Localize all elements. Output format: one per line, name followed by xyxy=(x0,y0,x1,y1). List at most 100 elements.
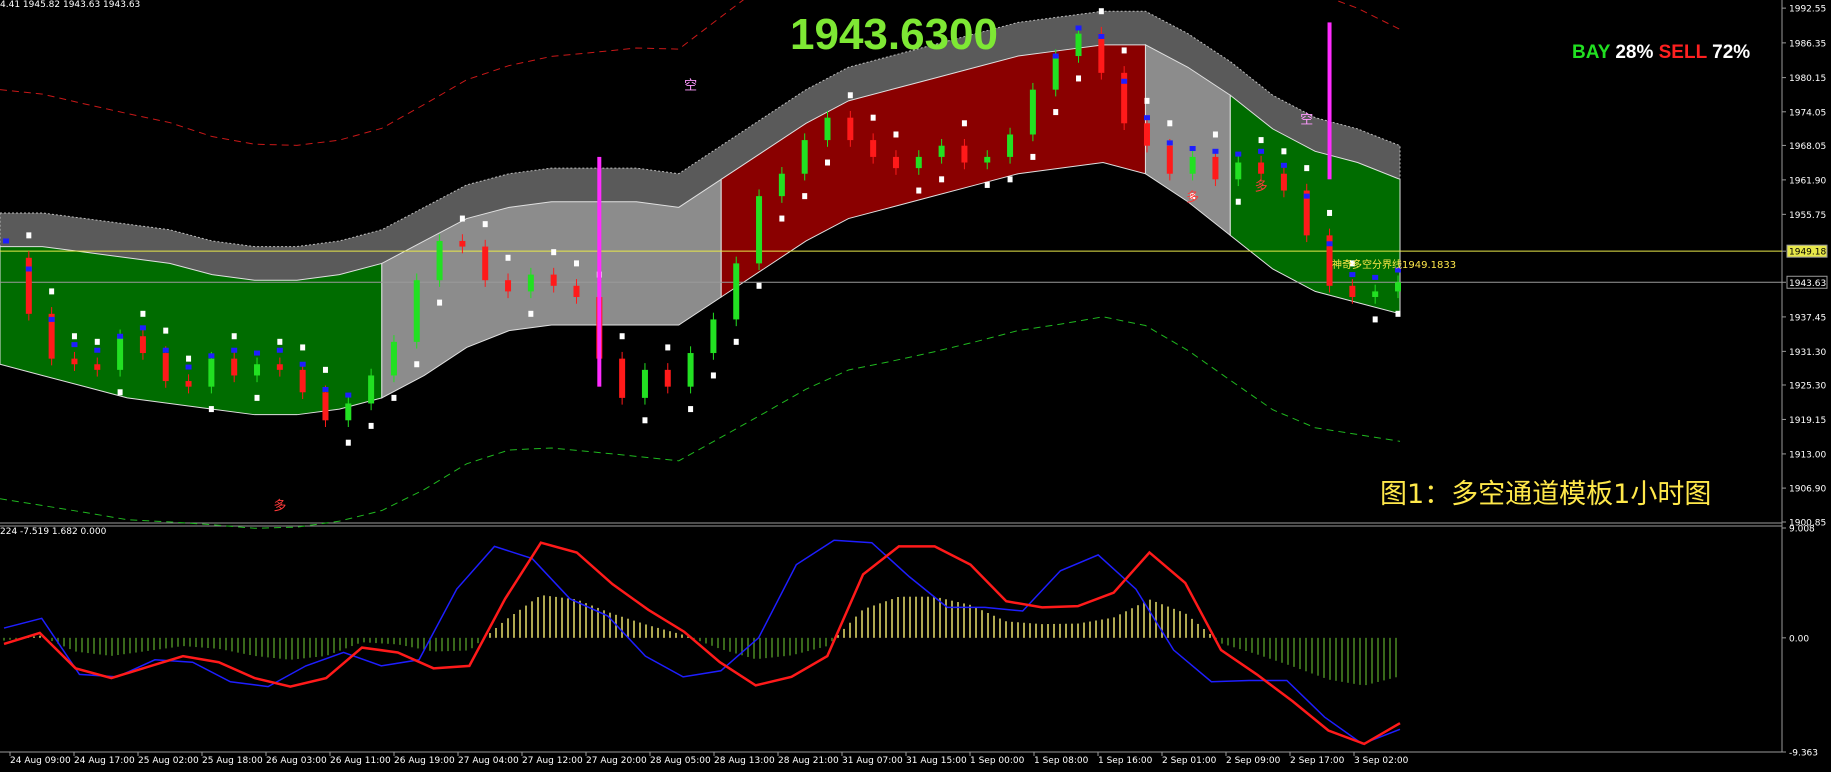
trend-marker xyxy=(756,282,762,289)
candle-body xyxy=(94,364,101,370)
oscillator-readout: 224 -7.519 1.682 0.000 xyxy=(0,527,107,537)
x-tick-label: 25 Aug 02:00 xyxy=(138,756,199,766)
blue-trend-dot xyxy=(117,333,124,339)
trend-marker xyxy=(140,310,146,317)
trend-marker xyxy=(1212,131,1218,138)
candle-body xyxy=(710,319,717,354)
blue-trend-dot xyxy=(185,364,192,370)
x-tick-label: 2 Sep 17:00 xyxy=(1290,756,1345,766)
trend-marker xyxy=(1144,97,1150,104)
x-tick-label: 26 Aug 19:00 xyxy=(394,756,455,766)
blue-trend-dot xyxy=(1052,53,1059,59)
y-tick-label: 1974.05 xyxy=(1789,108,1826,118)
candle-body xyxy=(505,280,512,292)
y-tick-label: 1961.90 xyxy=(1789,176,1826,186)
blue-trend-dot xyxy=(1372,274,1379,280)
x-tick-label: 2 Sep 01:00 xyxy=(1162,756,1217,766)
candle-body xyxy=(368,375,375,404)
trend-marker xyxy=(1053,109,1059,116)
candle-body xyxy=(71,358,78,365)
blue-trend-dot xyxy=(1212,148,1219,154)
candle-body xyxy=(345,403,352,421)
candle-body xyxy=(185,381,192,387)
candle-body xyxy=(1189,156,1196,174)
blue-trend-dot xyxy=(231,347,238,353)
trend-marker xyxy=(231,333,237,340)
trend-marker xyxy=(1327,209,1333,216)
trend-marker xyxy=(1235,198,1241,205)
candle-body xyxy=(1166,145,1173,174)
trend-marker xyxy=(163,327,169,334)
candle-body xyxy=(162,353,169,382)
candle-body xyxy=(756,196,763,264)
trend-marker xyxy=(710,372,716,379)
trend-marker xyxy=(619,333,625,340)
candle-body xyxy=(801,140,808,174)
trend-marker xyxy=(1258,137,1264,144)
magenta-spike xyxy=(597,156,602,387)
x-tick-label: 27 Aug 12:00 xyxy=(522,756,583,766)
blue-trend-dot xyxy=(1143,115,1150,121)
candle-body xyxy=(1395,282,1401,292)
candle-body xyxy=(915,156,922,169)
candle-body xyxy=(117,336,124,370)
current-price-large: 1943.6300 xyxy=(790,10,998,59)
trend-marker xyxy=(870,114,876,121)
trend-marker xyxy=(1167,120,1173,127)
x-tick-label: 31 Aug 07:00 xyxy=(842,756,903,766)
candle-body xyxy=(276,364,283,370)
trend-marker xyxy=(665,344,671,351)
magenta-spike xyxy=(1327,22,1332,180)
x-tick-label: 26 Aug 11:00 xyxy=(330,756,391,766)
blue-trend-dot xyxy=(345,392,352,398)
x-tick-label: 1 Sep 16:00 xyxy=(1098,756,1153,766)
osc-y-tick-label: 0.00 xyxy=(1789,634,1809,644)
candle-body xyxy=(299,369,306,393)
x-tick-label: 28 Aug 05:00 xyxy=(650,756,711,766)
candle-body xyxy=(619,358,626,398)
candle-body xyxy=(527,274,534,292)
trend-marker xyxy=(1030,153,1036,160)
trend-marker xyxy=(254,394,260,401)
candle-body xyxy=(436,240,443,281)
y-tick-label: 1913.00 xyxy=(1789,450,1826,460)
trend-marker xyxy=(94,338,100,345)
x-tick-label: 3 Sep 02:00 xyxy=(1354,756,1409,766)
y-tick-label: 1919.15 xyxy=(1789,416,1826,426)
trend-marker xyxy=(1281,148,1287,155)
trend-marker xyxy=(26,232,32,239)
x-tick-label: 28 Aug 21:00 xyxy=(778,756,839,766)
trend-marker xyxy=(1304,165,1310,172)
candle-body xyxy=(482,246,489,281)
candle-body xyxy=(824,117,831,141)
bay-label: BAY xyxy=(1572,42,1611,63)
trend-marker xyxy=(414,361,420,368)
blue-trend-dot xyxy=(71,342,78,348)
candle-body xyxy=(1258,162,1265,174)
trend-marker xyxy=(528,310,534,317)
candle-body xyxy=(208,358,215,387)
x-tick-label: 24 Aug 09:00 xyxy=(10,756,71,766)
candle-body xyxy=(641,369,648,398)
blue-trend-dot xyxy=(1166,140,1173,146)
osc-y-tick-label: 9.008 xyxy=(1789,525,1815,535)
figure-caption: 图1：多空通道模板1小时图 xyxy=(1380,479,1712,510)
trend-marker xyxy=(1395,310,1401,317)
y-tick-label: 1937.45 xyxy=(1789,313,1826,323)
y-tick-label: 1949.18 xyxy=(1789,248,1826,258)
candle-body xyxy=(413,280,420,342)
blue-trend-dot xyxy=(276,347,283,353)
blue-trend-dot xyxy=(48,316,55,322)
y-tick-label: 1968.05 xyxy=(1789,142,1826,152)
x-tick-label: 27 Aug 04:00 xyxy=(458,756,519,766)
trend-marker xyxy=(642,417,648,424)
candle-body xyxy=(938,145,945,157)
trend-marker xyxy=(551,249,557,256)
blue-trend-dot xyxy=(3,238,9,244)
candle-body xyxy=(390,341,397,376)
candle-body xyxy=(1212,156,1219,180)
blue-trend-dot xyxy=(139,325,146,331)
candle-body xyxy=(1052,56,1059,90)
candle-body xyxy=(1075,33,1082,57)
trend-marker xyxy=(345,439,351,446)
